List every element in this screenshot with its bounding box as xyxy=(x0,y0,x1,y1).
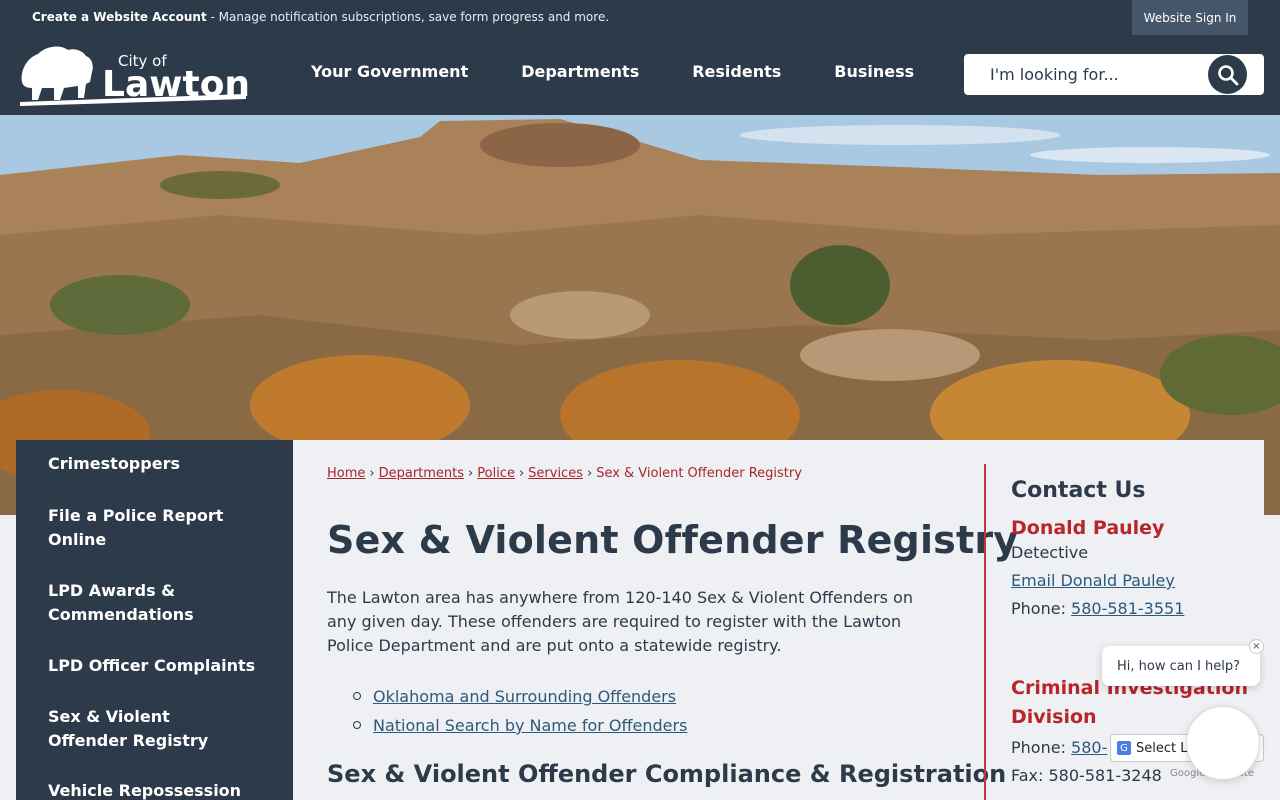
offender-links-list: Oklahoma and Surrounding Offenders Natio… xyxy=(353,682,687,740)
sidebar-navigation: Crimestoppers File a Police Report Onlin… xyxy=(16,440,293,800)
main-navigation: Your Government Departments Residents Bu… xyxy=(311,62,967,81)
breadcrumb-services[interactable]: Services xyxy=(528,466,583,481)
dept-phone-link[interactable]: 580- xyxy=(1071,738,1107,757)
search-box[interactable]: I'm looking for... xyxy=(964,54,1264,95)
create-account-link[interactable]: Create a Website Account xyxy=(32,10,207,24)
contact-phone-link[interactable]: 580-581-3551 xyxy=(1071,599,1184,618)
contact-name: Donald Pauley xyxy=(1011,517,1165,539)
sidebar-item-officer-complaints[interactable]: LPD Officer Complaints xyxy=(48,654,268,678)
sidebar-item-offender-registry[interactable]: Sex & Violent Offender Registry xyxy=(48,705,248,753)
site-header: City of Lawton Your Government Departmen… xyxy=(0,36,1280,115)
list-item: Oklahoma and Surrounding Offenders xyxy=(353,682,687,711)
breadcrumb-police[interactable]: Police xyxy=(477,466,515,481)
search-input[interactable]: I'm looking for... xyxy=(990,65,1119,84)
breadcrumb: Home › Departments › Police › Services › Sex & V… xyxy=(327,466,802,481)
utility-bar: Create a Website Account - Manage notifi… xyxy=(0,0,1280,36)
breadcrumb-departments[interactable]: Departments xyxy=(379,466,464,481)
sidebar-item-lpd-awards[interactable]: LPD Awards & Commendations xyxy=(48,579,248,627)
close-icon[interactable]: × xyxy=(1249,639,1264,654)
nav-your-government[interactable]: Your Government xyxy=(311,62,468,81)
create-account-description: - Manage notification subscriptions, sav… xyxy=(206,10,610,24)
nav-residents[interactable]: Residents xyxy=(692,62,781,81)
contact-phone-label: Phone: xyxy=(1011,599,1066,618)
city-logo[interactable]: City of Lawton xyxy=(16,42,252,108)
nav-business[interactable]: Business xyxy=(834,62,914,81)
breadcrumb-home[interactable]: Home xyxy=(327,466,365,481)
search-icon xyxy=(1217,64,1238,85)
link-national-search[interactable]: National Search by Name for Offenders xyxy=(373,716,687,735)
website-sign-in-button[interactable]: Website Sign In xyxy=(1132,0,1248,35)
breadcrumb-separator: › xyxy=(369,466,375,481)
sidebar-item-file-police-report[interactable]: File a Police Report Online xyxy=(48,504,248,552)
breadcrumb-current: Sex & Violent Offender Registry xyxy=(596,466,802,481)
contact-heading: Contact Us xyxy=(1011,478,1146,503)
intro-paragraph: The Lawton area has anywhere from 120-14… xyxy=(327,588,913,655)
create-account-message[interactable]: Create a Website Account - Manage notifi… xyxy=(32,10,609,24)
chat-prompt[interactable]: Hi, how can I help? xyxy=(1102,646,1260,686)
link-oklahoma-offenders[interactable]: Oklahoma and Surrounding Offenders xyxy=(373,687,676,706)
sidebar-item-vehicle-repossession[interactable]: Vehicle Repossession xyxy=(48,779,248,800)
contact-role: Detective xyxy=(1011,543,1089,562)
page-title: Sex & Violent Offender Registry xyxy=(327,518,1019,562)
breadcrumb-separator: › xyxy=(518,466,525,481)
list-item: National Search by Name for Offenders xyxy=(353,711,687,740)
fax-number: 580-581-3248 xyxy=(1048,766,1162,785)
dept-phone-label: Phone: xyxy=(1011,738,1066,757)
section-heading: Sex & Violent Offender Compliance & Regi… xyxy=(327,760,1007,788)
nav-departments[interactable]: Departments xyxy=(521,62,639,81)
breadcrumb-separator: › xyxy=(468,466,474,481)
search-button[interactable] xyxy=(1208,55,1247,94)
sidebar-item-crimestoppers[interactable]: Crimestoppers xyxy=(48,452,248,476)
google-translate-icon: G xyxy=(1117,741,1131,755)
contact-panel: Contact Us Donald Pauley Detective Email… xyxy=(1011,478,1261,785)
fax-label: Fax: xyxy=(1011,766,1044,785)
chat-launcher-button[interactable] xyxy=(1186,706,1260,780)
buffalo-icon: City of Lawton xyxy=(20,46,250,106)
contact-divider xyxy=(984,464,986,800)
contact-email-link[interactable]: Email Donald Pauley xyxy=(1011,571,1175,590)
logo-lawton: Lawton xyxy=(102,64,250,105)
breadcrumb-separator: › xyxy=(586,466,593,481)
